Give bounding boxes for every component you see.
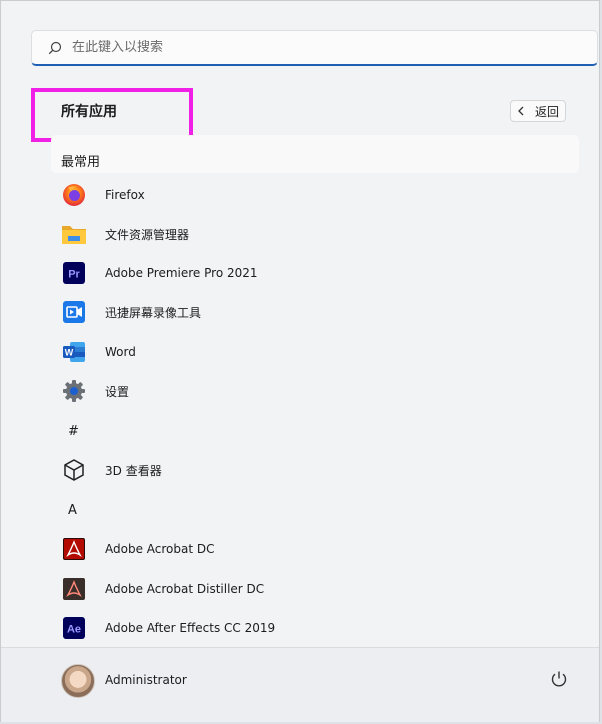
screen-recorder-icon: [61, 299, 87, 325]
power-icon[interactable]: [549, 669, 569, 689]
premiere-pro-icon: Pr: [61, 260, 87, 286]
group-header-most-used[interactable]: 最常用: [51, 135, 579, 173]
search-icon: [48, 41, 62, 54]
app-item-file-explorer[interactable]: 文件资源管理器: [61, 220, 189, 248]
app-item-label: 3D 查看器: [105, 463, 162, 478]
app-item-word[interactable]: W Word: [61, 338, 136, 366]
highlight-box: [31, 88, 193, 142]
firefox-icon: [61, 182, 87, 208]
app-item-label: Adobe Acrobat DC: [105, 542, 215, 556]
app-item-after-effects[interactable]: Ae Adobe After Effects CC 2019: [61, 614, 275, 642]
app-item-label: 设置: [105, 384, 130, 399]
after-effects-icon: Ae: [61, 615, 87, 641]
app-item-3d-viewer[interactable]: 3D 查看器: [61, 456, 162, 484]
app-item-firefox[interactable]: Firefox: [61, 181, 145, 209]
app-item-label: Adobe Acrobat Distiller DC: [105, 582, 265, 596]
back-button-label: 返回: [534, 104, 559, 119]
svg-text:Ae: Ae: [67, 624, 81, 636]
acrobat-icon: [61, 536, 87, 562]
app-item-premiere-pro[interactable]: Pr Adobe Premiere Pro 2021: [61, 259, 258, 287]
folder-icon: [61, 221, 87, 247]
app-item-acrobat-distiller-dc[interactable]: Adobe Acrobat Distiller DC: [61, 575, 264, 603]
app-item-label: Adobe Premiere Pro 2021: [105, 266, 258, 280]
acrobat-distiller-icon: [61, 576, 87, 602]
app-item-label: 迅捷屏幕录像工具: [105, 305, 202, 320]
user-name[interactable]: Administrator: [105, 673, 187, 687]
chevron-left-icon: [518, 106, 524, 116]
app-item-label: Firefox: [105, 188, 145, 202]
start-footer: Administrator: [1, 647, 599, 722]
letter-group-hash[interactable]: #: [68, 424, 79, 439]
back-button[interactable]: 返回: [510, 100, 566, 122]
word-icon: W: [61, 339, 87, 365]
svg-text:W: W: [65, 348, 74, 358]
letter-group-a[interactable]: A: [68, 503, 77, 518]
search-input[interactable]: [72, 40, 552, 55]
settings-gear-icon: [61, 378, 87, 404]
group-header-label: 最常用: [61, 155, 101, 170]
app-item-label: Word: [105, 345, 136, 359]
3d-viewer-icon: [61, 457, 87, 483]
avatar[interactable]: [61, 664, 95, 698]
start-menu: 所有应用 返回 最常用 Firefox: [0, 0, 600, 722]
app-item-label: Adobe After Effects CC 2019: [105, 621, 276, 635]
app-item-acrobat-dc[interactable]: Adobe Acrobat DC: [61, 535, 215, 563]
svg-text:Pr: Pr: [68, 269, 80, 281]
app-item-settings[interactable]: 设置: [61, 377, 129, 405]
app-item-screen-recorder[interactable]: 迅捷屏幕录像工具: [61, 298, 201, 326]
app-item-label: 文件资源管理器: [105, 227, 190, 242]
search-box[interactable]: [31, 30, 598, 66]
